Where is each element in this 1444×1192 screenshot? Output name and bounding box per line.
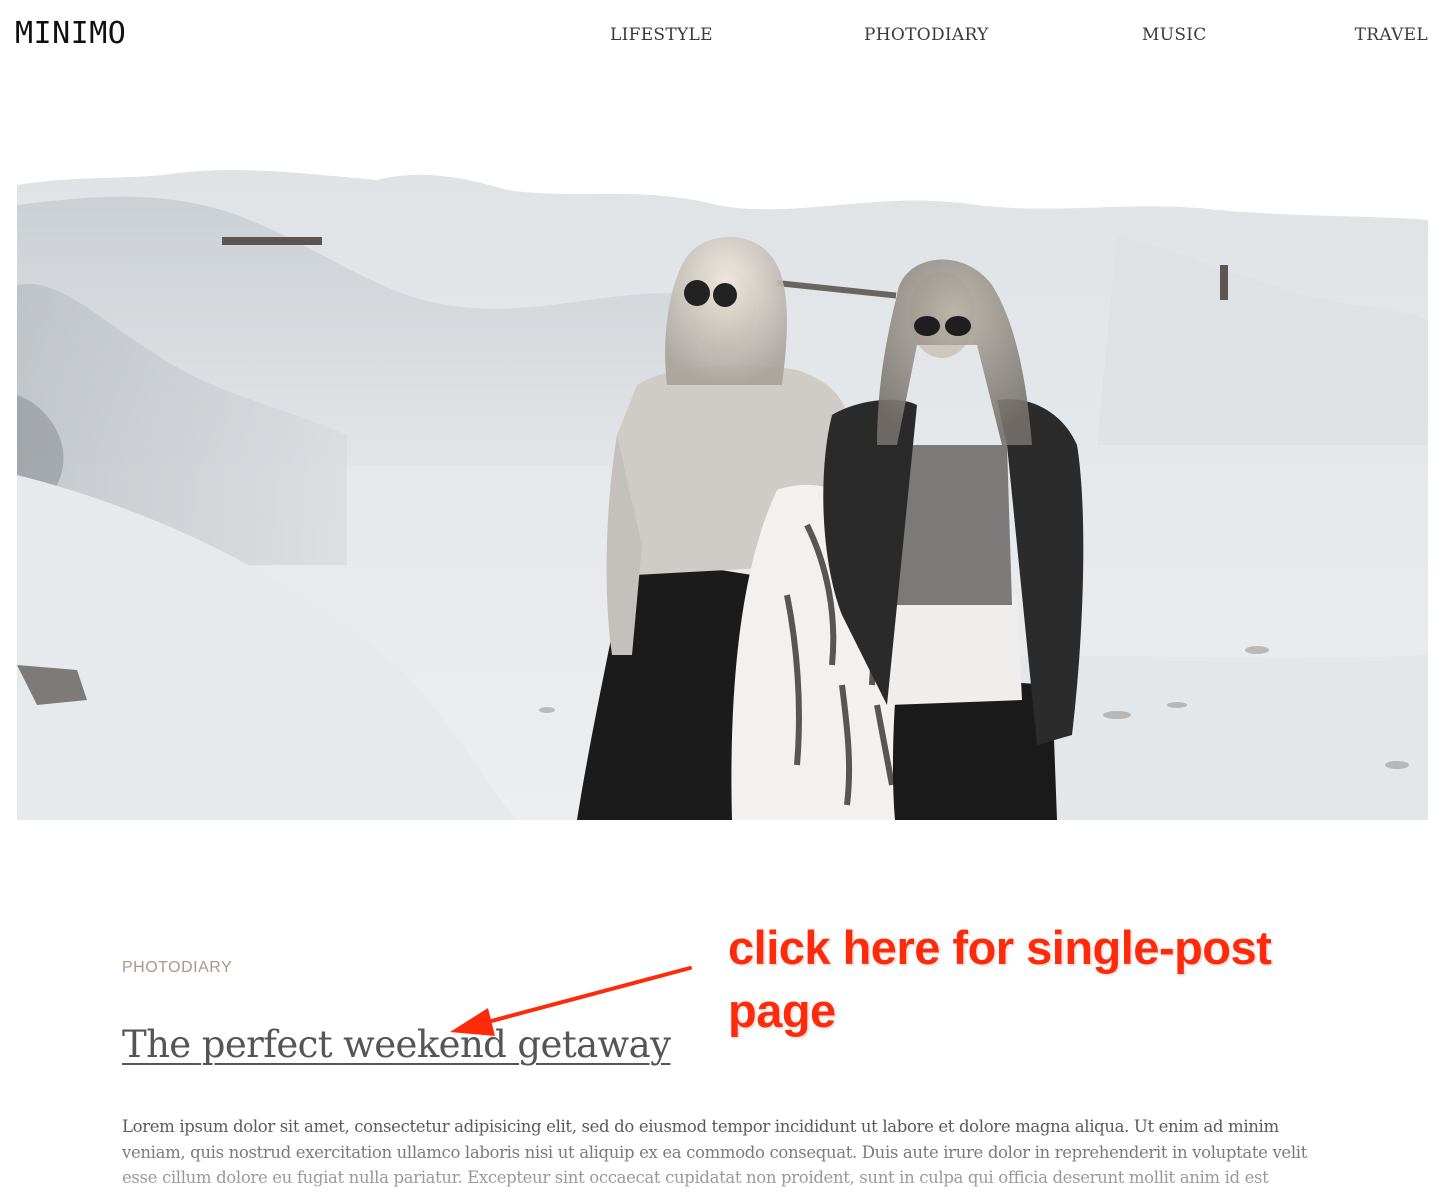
hero-image[interactable] xyxy=(17,145,1428,820)
main-nav: LIFESTYLE PHOTODIARY MUSIC TRAVEL xyxy=(0,22,1444,50)
post-excerpt: Lorem ipsum dolor sit amet, consectetur … xyxy=(122,1117,1307,1187)
nav-item-lifestyle[interactable]: LIFESTYLE xyxy=(610,22,713,48)
nav-item-music[interactable]: MUSIC xyxy=(1142,22,1207,48)
nav-item-photodiary[interactable]: PHOTODIARY xyxy=(864,22,989,48)
annotation-arrow-icon xyxy=(450,966,692,1036)
annotation-callout: click here for single-post page xyxy=(728,921,1272,1037)
nav-item-travel[interactable]: TRAVEL xyxy=(1355,22,1428,48)
post-category-link[interactable]: PHOTODIARY xyxy=(122,957,232,979)
